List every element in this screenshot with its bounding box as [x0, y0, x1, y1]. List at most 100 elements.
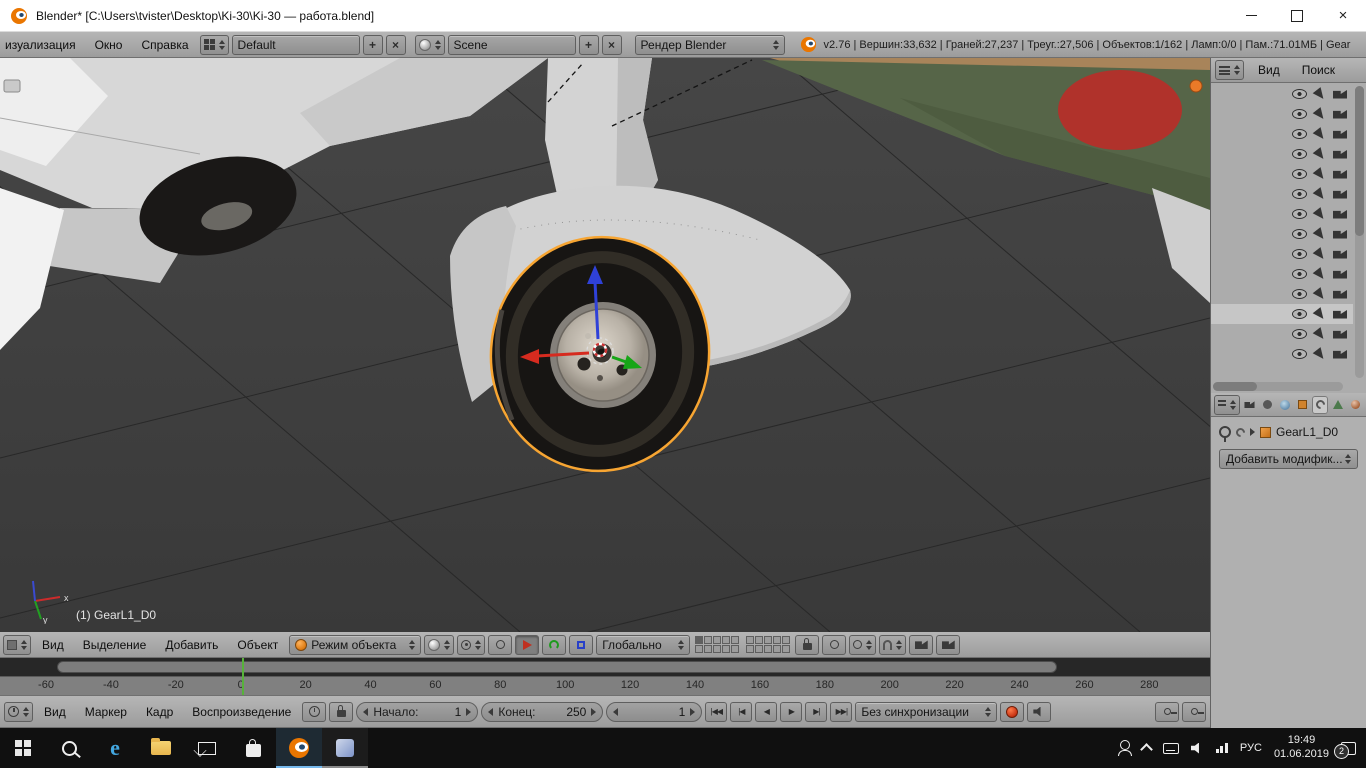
screen-layout-field[interactable]: Default — [231, 34, 360, 55]
layer-toggle[interactable] — [731, 645, 740, 653]
play-button[interactable]: ▶ — [780, 701, 803, 722]
increment-icon[interactable] — [690, 707, 696, 716]
manipulator-translate-button[interactable] — [515, 634, 540, 655]
layer-toggle[interactable] — [782, 645, 791, 653]
selectability-cursor-icon[interactable] — [1312, 346, 1328, 362]
layer-toggle[interactable] — [773, 645, 782, 653]
layer-toggle[interactable] — [755, 636, 764, 644]
renderability-camera-icon[interactable] — [1333, 349, 1347, 359]
renderability-camera-icon[interactable] — [1333, 109, 1347, 119]
layer-toggle[interactable] — [764, 636, 773, 644]
visibility-eye-icon[interactable] — [1292, 329, 1307, 339]
visibility-eye-icon[interactable] — [1292, 289, 1307, 299]
scene-field[interactable]: Scene — [447, 34, 576, 55]
keyframe-insert-button[interactable] — [1155, 701, 1179, 722]
visibility-eye-icon[interactable] — [1292, 249, 1307, 259]
pivot-align-toggle[interactable] — [488, 634, 513, 655]
scrollbar-handle[interactable] — [1355, 86, 1364, 236]
layer-toggle[interactable] — [713, 645, 722, 653]
jump-end-button[interactable]: ▶▶| — [830, 701, 853, 722]
menu-object[interactable]: Объект — [229, 638, 286, 652]
layer-toggle[interactable] — [773, 636, 782, 644]
selectability-cursor-icon[interactable] — [1312, 286, 1328, 302]
start-button[interactable] — [0, 728, 46, 768]
manipulator-scale-button[interactable] — [569, 634, 594, 655]
current-frame-field[interactable]: 1 — [606, 701, 703, 722]
add-modifier-dropdown[interactable]: Добавить модифик... — [1219, 449, 1358, 469]
menu-select[interactable]: Выделение — [75, 638, 155, 652]
outliner-row[interactable] — [1211, 84, 1353, 104]
outliner-vertical-scrollbar[interactable] — [1355, 86, 1364, 378]
3d-scene[interactable] — [0, 58, 1210, 632]
breadcrumb-object-name[interactable]: GearL1_D0 — [1276, 425, 1338, 439]
menu-help[interactable]: Справка — [133, 38, 196, 52]
outliner-row[interactable] — [1211, 304, 1353, 324]
touch-keyboard-button[interactable] — [1162, 742, 1179, 754]
sync-dropdown[interactable]: Без синхронизации — [855, 701, 998, 722]
add-scene-button[interactable]: + — [578, 34, 599, 55]
selectability-cursor-icon[interactable] — [1312, 306, 1328, 322]
pin-icon[interactable] — [1219, 426, 1231, 442]
visibility-eye-icon[interactable] — [1292, 109, 1307, 119]
outliner-menu-search[interactable]: Поиск — [1294, 63, 1343, 77]
outliner-row[interactable] — [1211, 104, 1353, 124]
renderability-camera-icon[interactable] — [1333, 309, 1347, 319]
network-button[interactable] — [1215, 743, 1228, 753]
selectability-cursor-icon[interactable] — [1312, 86, 1328, 102]
menu-add[interactable]: Добавить — [157, 638, 226, 652]
keyframe-delete-button[interactable] — [1182, 701, 1206, 722]
decrement-icon[interactable] — [613, 707, 619, 716]
renderability-camera-icon[interactable] — [1333, 89, 1347, 99]
people-button[interactable] — [1117, 740, 1132, 756]
delete-scene-button[interactable]: × — [601, 34, 622, 55]
tab-render[interactable] — [1242, 396, 1258, 414]
file-explorer-button[interactable] — [138, 728, 184, 768]
layer-toggle[interactable] — [695, 636, 704, 644]
selectability-cursor-icon[interactable] — [1312, 126, 1328, 142]
visibility-eye-icon[interactable] — [1292, 129, 1307, 139]
selectability-cursor-icon[interactable] — [1312, 146, 1328, 162]
renderability-camera-icon[interactable] — [1333, 129, 1347, 139]
menu-window[interactable]: Окно — [87, 38, 131, 52]
hidden-icons-button[interactable] — [1140, 742, 1153, 756]
store-button[interactable] — [230, 728, 276, 768]
clock[interactable]: 19:49 01.06.2019 — [1274, 734, 1329, 762]
renderability-camera-icon[interactable] — [1333, 149, 1347, 159]
selectability-cursor-icon[interactable] — [1312, 106, 1328, 122]
renderability-camera-icon[interactable] — [1333, 289, 1347, 299]
render-engine-dropdown[interactable]: Рендер Blender — [634, 34, 785, 55]
selectability-cursor-icon[interactable] — [1312, 166, 1328, 182]
play-reverse-button[interactable]: ◀ — [755, 701, 778, 722]
visibility-eye-icon[interactable] — [1292, 209, 1307, 219]
blender-taskbar-button[interactable] — [276, 728, 322, 768]
tl-menu-frame[interactable]: Кадр — [138, 705, 181, 719]
maximize-button[interactable] — [1274, 0, 1320, 31]
outliner-row[interactable] — [1211, 204, 1353, 224]
editor-type-button[interactable] — [3, 634, 31, 655]
renderability-camera-icon[interactable] — [1333, 269, 1347, 279]
layer-toggle[interactable] — [755, 645, 764, 653]
selectability-cursor-icon[interactable] — [1312, 326, 1328, 342]
outliner-row[interactable] — [1211, 244, 1353, 264]
layer-toggle[interactable] — [722, 636, 731, 644]
visibility-eye-icon[interactable] — [1292, 189, 1307, 199]
layer-toggle[interactable] — [722, 645, 731, 653]
lock-layers-button[interactable] — [795, 634, 820, 655]
delete-screen-button[interactable]: × — [385, 34, 406, 55]
visibility-eye-icon[interactable] — [1292, 89, 1307, 99]
renderability-camera-icon[interactable] — [1333, 229, 1347, 239]
layer-toggle[interactable] — [764, 645, 773, 653]
tab-modifiers[interactable] — [1312, 395, 1328, 414]
layer-toggle[interactable] — [704, 645, 713, 653]
tl-menu-marker[interactable]: Маркер — [77, 705, 135, 719]
increment-icon[interactable] — [591, 707, 597, 716]
renderability-camera-icon[interactable] — [1333, 169, 1347, 179]
visibility-eye-icon[interactable] — [1292, 169, 1307, 179]
current-frame-marker[interactable] — [242, 658, 244, 695]
outliner-editor-type-button[interactable] — [1215, 60, 1244, 80]
opengl-render-button[interactable] — [909, 634, 934, 655]
lamp-object-dot[interactable] — [1189, 79, 1203, 93]
selectability-cursor-icon[interactable] — [1312, 246, 1328, 262]
visibility-eye-icon[interactable] — [1292, 269, 1307, 279]
tab-world[interactable] — [1277, 396, 1293, 414]
